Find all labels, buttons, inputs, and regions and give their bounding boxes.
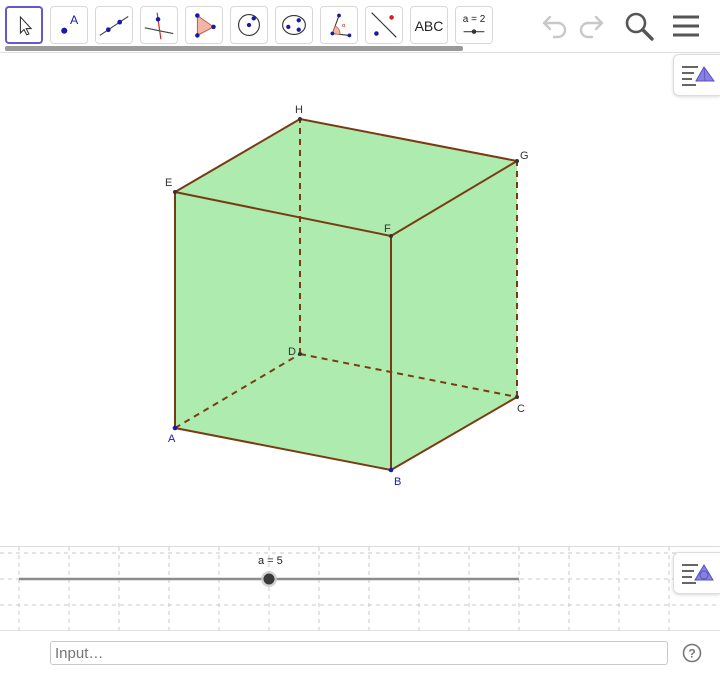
perpendicular-line-icon (144, 12, 174, 40)
point-H[interactable] (298, 117, 302, 121)
line-tool-button[interactable] (95, 6, 133, 44)
slider-knob[interactable] (263, 573, 275, 585)
point-tool-label: A (70, 13, 79, 27)
reflect-icon (371, 12, 397, 38)
cube-canvas[interactable]: A B C D E F G H (0, 53, 720, 545)
label-H: H (295, 104, 303, 116)
label-G: G (520, 150, 529, 162)
help-label: ? (688, 647, 695, 661)
label-C: C (517, 403, 525, 415)
perpendicular-tool-button[interactable] (140, 6, 178, 44)
help-icon[interactable]: ? (682, 643, 702, 663)
menu-icon (673, 15, 699, 37)
circle-tool-button[interactable] (230, 6, 268, 44)
undo-icon (542, 15, 567, 39)
graphics-2d-style-bar-toggle[interactable] (673, 552, 720, 594)
label-E: E (165, 177, 172, 189)
angle-icon: α (330, 13, 352, 38)
slider-tool-button[interactable]: a = 2 (455, 6, 493, 44)
slider-icon (463, 29, 485, 34)
redo-button[interactable] (574, 8, 610, 44)
search-icon (625, 12, 654, 41)
polygon-icon (195, 13, 216, 38)
point-B[interactable] (388, 467, 394, 473)
search-button[interactable] (621, 8, 657, 44)
reflect-tool-button[interactable] (365, 6, 403, 44)
graphics-view-3d[interactable]: A B C D E F G H (0, 53, 720, 545)
input-bar: ? (0, 630, 720, 676)
text-tool-label: ABC (414, 18, 444, 34)
slider-label: a = 5 (258, 555, 283, 567)
toolbar: A α ABC a = 2 (0, 0, 720, 52)
point-E[interactable] (173, 190, 177, 194)
cursor-icon (19, 15, 33, 36)
algebra-input-field[interactable] (50, 641, 668, 665)
graphics-view-2d[interactable]: a = 5 (0, 546, 720, 631)
label-A: A (168, 433, 176, 445)
ellipse-icon (282, 14, 306, 36)
move-tool-button[interactable] (5, 6, 43, 44)
line-icon (99, 16, 129, 36)
svg-text:α: α (342, 23, 346, 29)
graphics-3d-style-bar-toggle[interactable] (673, 54, 720, 96)
point-tool-button[interactable]: A (50, 6, 88, 44)
angle-tool-button[interactable]: α (320, 6, 358, 44)
toolbar-scrollbar[interactable] (5, 46, 463, 51)
polygon-tool-button[interactable] (185, 6, 223, 44)
label-D: D (288, 346, 296, 358)
conic-tool-button[interactable] (275, 6, 313, 44)
circle-icon (238, 14, 260, 36)
undo-button[interactable] (536, 8, 572, 44)
redo-icon (579, 15, 604, 39)
point-icon: A (61, 13, 79, 34)
point-A[interactable] (172, 425, 178, 431)
point-D[interactable] (298, 352, 302, 356)
style-bar-2d-icon (682, 564, 714, 584)
menu-button[interactable] (668, 8, 704, 44)
point-G[interactable] (515, 159, 519, 163)
label-F: F (384, 223, 391, 235)
point-C[interactable] (515, 395, 519, 399)
label-B: B (394, 476, 401, 488)
text-tool-button[interactable]: ABC (410, 6, 448, 44)
style-bar-3d-icon (682, 66, 715, 86)
cube-face-front (175, 192, 391, 470)
grid-canvas[interactable]: a = 5 (0, 547, 720, 631)
